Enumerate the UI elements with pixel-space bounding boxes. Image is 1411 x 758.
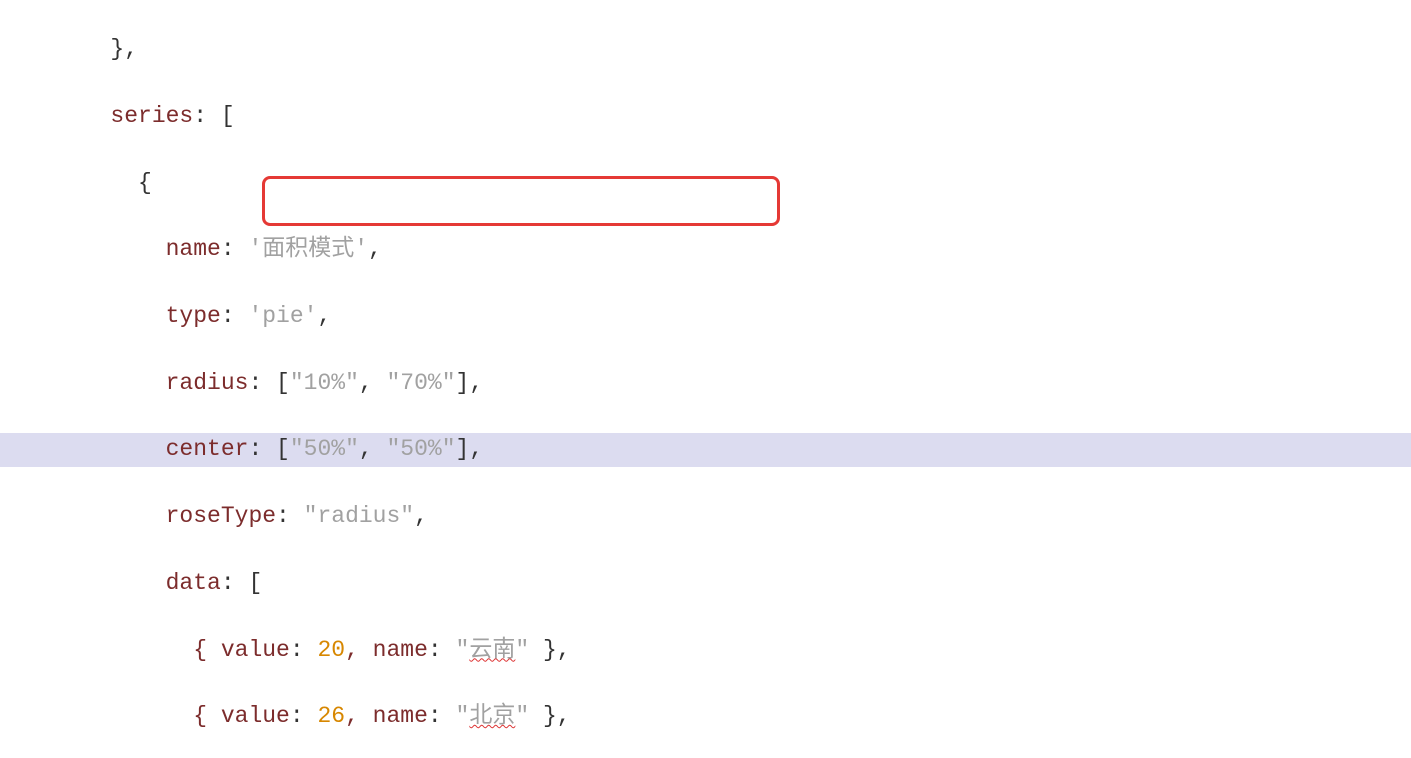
code-text: { bbox=[0, 170, 152, 196]
code-text: }, bbox=[0, 36, 138, 62]
code-text: : [ bbox=[248, 370, 289, 396]
code-text: : bbox=[221, 236, 249, 262]
code-line: { value: 20, name: "云南" }, bbox=[0, 634, 1411, 667]
code-string: "50%" bbox=[290, 436, 359, 462]
code-text: }, bbox=[529, 637, 570, 663]
code-text: : bbox=[276, 503, 304, 529]
code-line: roseType: "radius", bbox=[0, 500, 1411, 533]
code-key: { value bbox=[0, 637, 290, 663]
code-quote: " bbox=[456, 637, 470, 663]
code-text: : bbox=[428, 703, 456, 729]
code-string: "70%" bbox=[387, 370, 456, 396]
code-quote: " bbox=[515, 703, 529, 729]
code-text: }, bbox=[529, 703, 570, 729]
code-key: , name bbox=[345, 703, 428, 729]
code-key: radius bbox=[0, 370, 248, 396]
code-string: '面积模式' bbox=[248, 236, 368, 262]
code-quote: " bbox=[456, 703, 470, 729]
code-text: : bbox=[428, 637, 456, 663]
code-string-squiggle: 北京 bbox=[469, 703, 515, 729]
code-text: : bbox=[290, 637, 318, 663]
code-key: roseType bbox=[0, 503, 276, 529]
code-line: }, bbox=[0, 33, 1411, 66]
code-line-highlighted: center: ["50%", "50%"], bbox=[0, 433, 1411, 466]
code-key: name bbox=[0, 236, 221, 262]
code-key: { value bbox=[0, 703, 290, 729]
code-text: , bbox=[317, 303, 331, 329]
code-key: data bbox=[0, 570, 221, 596]
code-text: , bbox=[359, 436, 387, 462]
code-line: { value: 26, name: "北京" }, bbox=[0, 700, 1411, 733]
code-quote: " bbox=[515, 637, 529, 663]
code-line: name: '面积模式', bbox=[0, 233, 1411, 266]
code-number: 26 bbox=[317, 703, 345, 729]
code-text: ], bbox=[456, 370, 484, 396]
code-line: { bbox=[0, 167, 1411, 200]
code-text: : [ bbox=[193, 103, 234, 129]
code-key: series bbox=[0, 103, 193, 129]
code-text: , bbox=[359, 370, 387, 396]
code-line: type: 'pie', bbox=[0, 300, 1411, 333]
code-string-squiggle: 云南 bbox=[469, 637, 515, 663]
code-text: ], bbox=[456, 436, 484, 462]
code-string: "10%" bbox=[290, 370, 359, 396]
code-key: , name bbox=[345, 637, 428, 663]
code-text: , bbox=[414, 503, 428, 529]
code-text: : bbox=[290, 703, 318, 729]
code-string: "radius" bbox=[304, 503, 414, 529]
code-text: : [ bbox=[221, 570, 262, 596]
code-string: "50%" bbox=[387, 436, 456, 462]
code-number: 20 bbox=[317, 637, 345, 663]
code-key: center bbox=[0, 436, 248, 462]
code-text: , bbox=[368, 236, 382, 262]
code-line: radius: ["10%", "70%"], bbox=[0, 367, 1411, 400]
code-line: series: [ bbox=[0, 100, 1411, 133]
code-key: type bbox=[0, 303, 221, 329]
code-string: 'pie' bbox=[248, 303, 317, 329]
code-text: : bbox=[221, 303, 249, 329]
code-editor[interactable]: }, series: [ { name: '面积模式', type: 'pie'… bbox=[0, 0, 1411, 758]
code-text: : [ bbox=[248, 436, 289, 462]
code-line: data: [ bbox=[0, 567, 1411, 600]
